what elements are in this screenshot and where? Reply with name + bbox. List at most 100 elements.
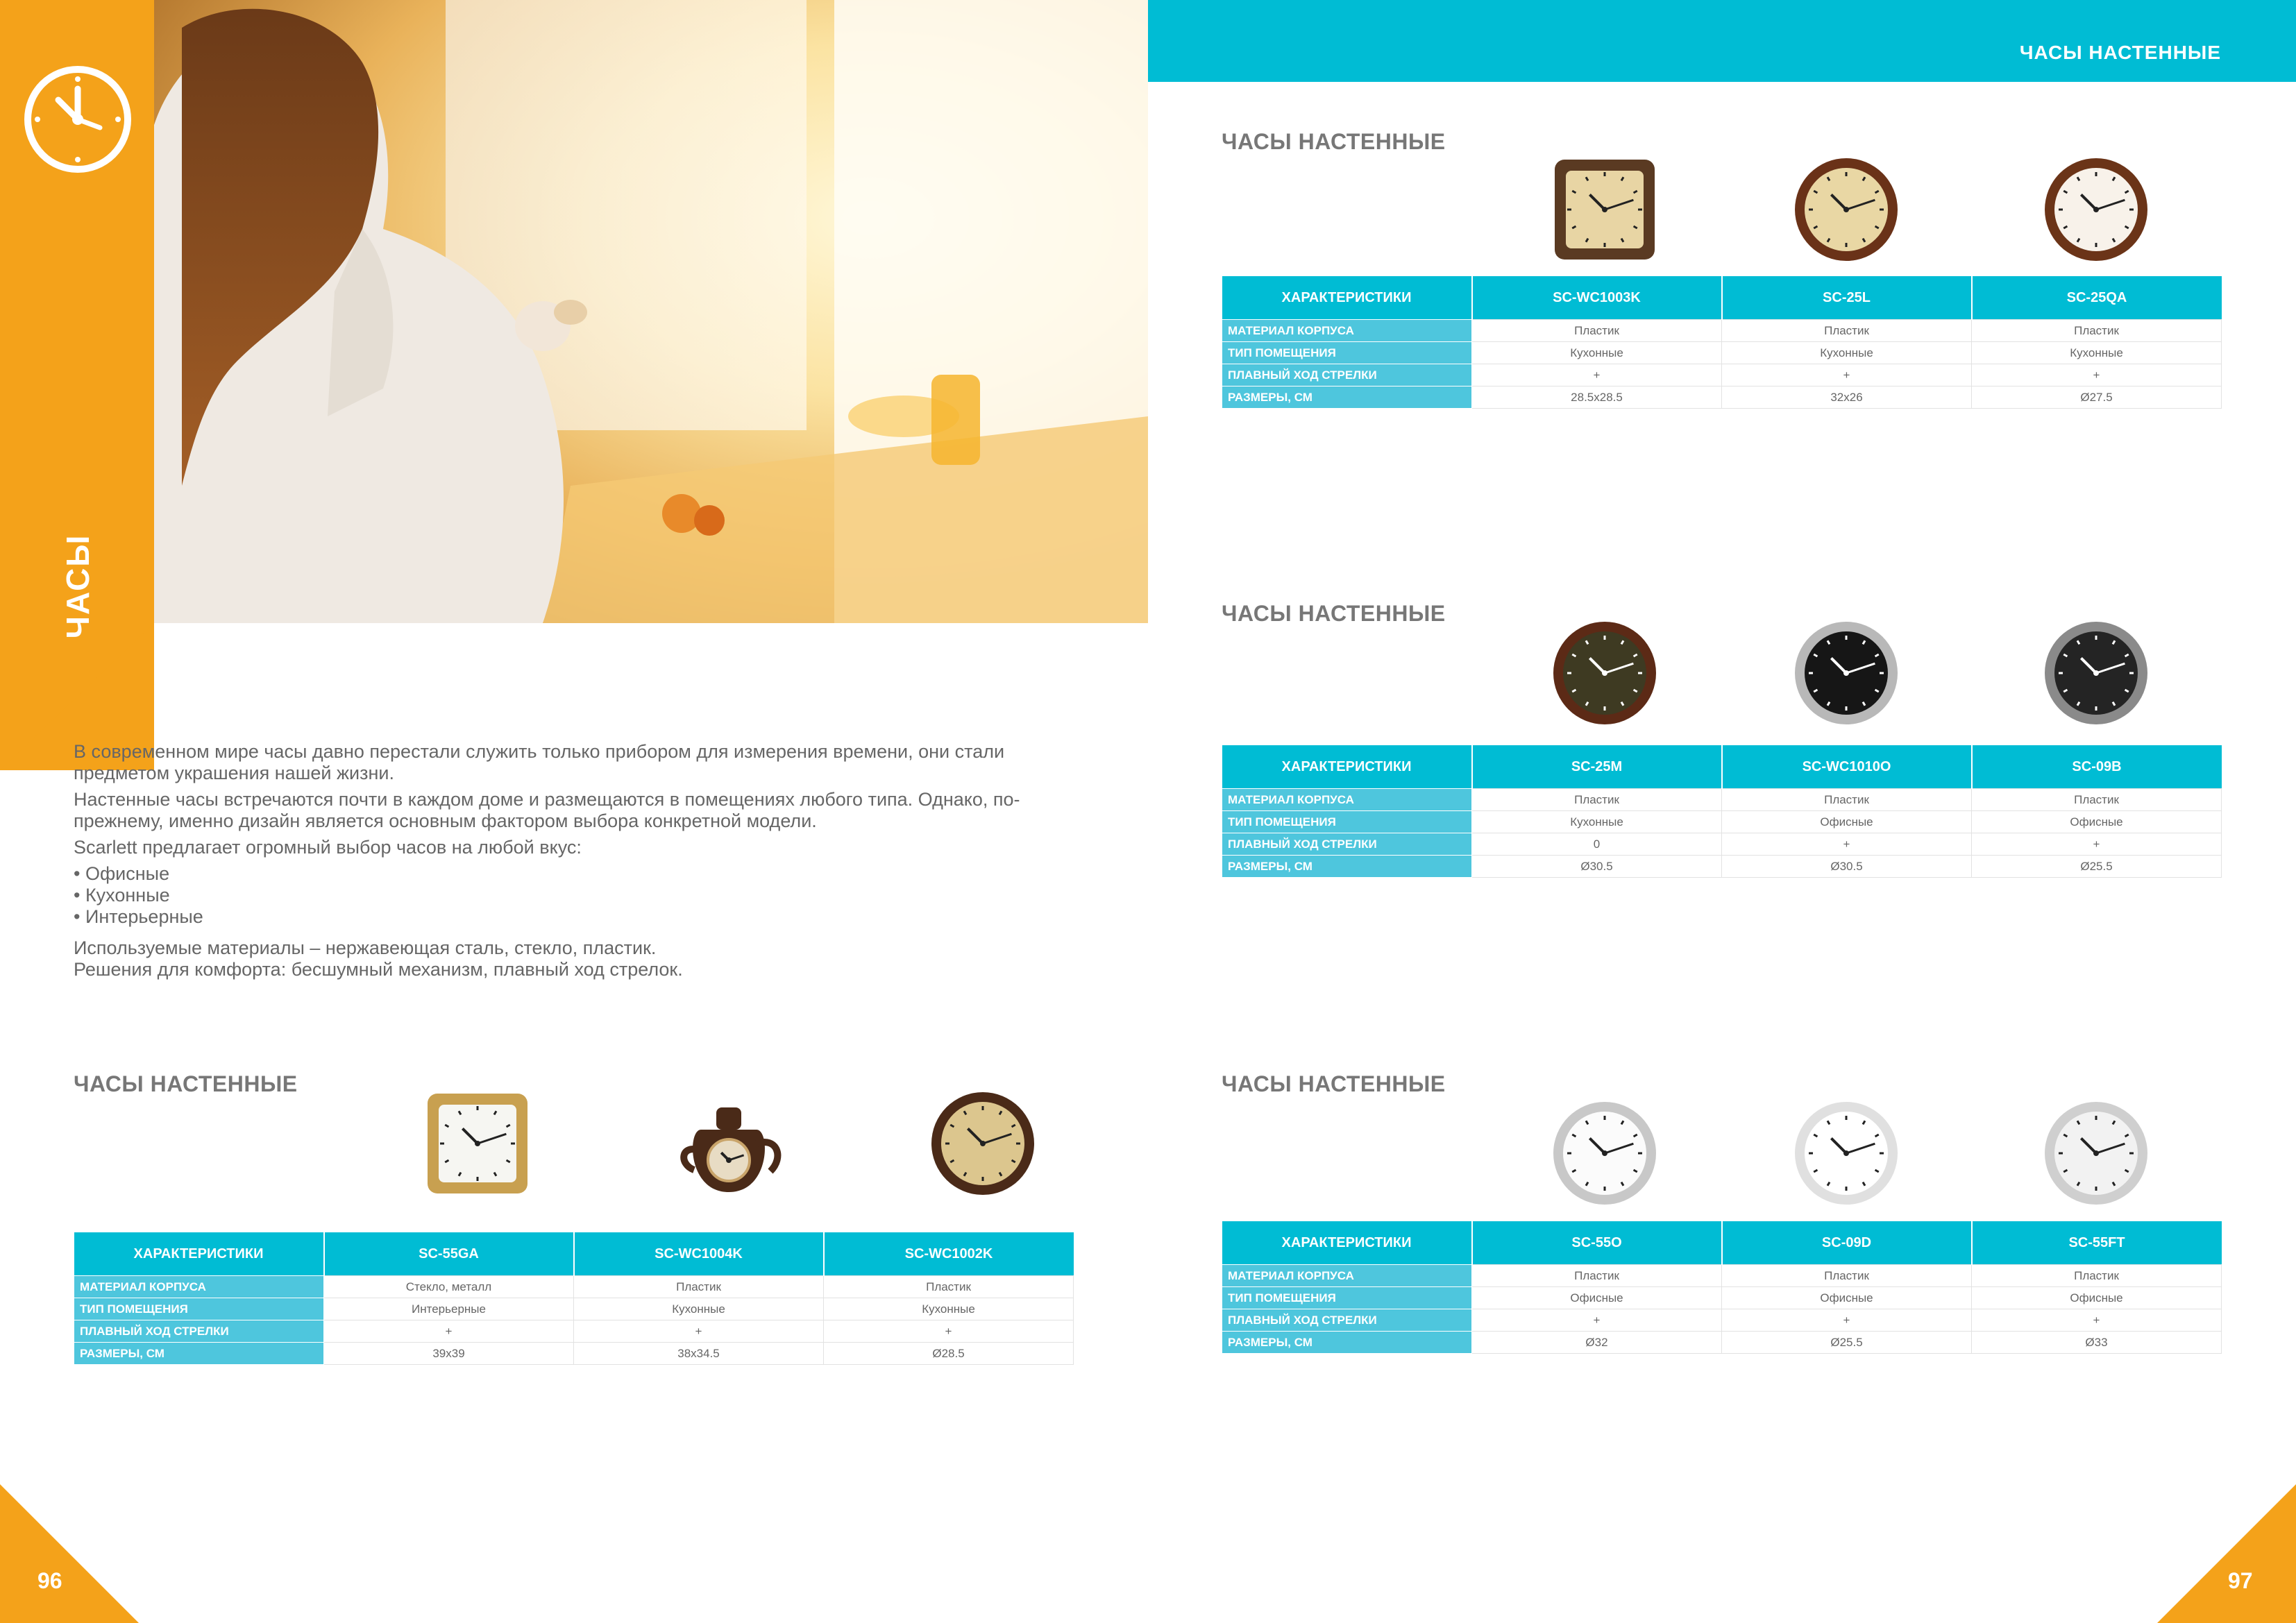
product-image-sc-55ga <box>428 1094 527 1193</box>
table-cell: Пластик <box>1471 788 1722 811</box>
table-row: ПЛАВНЫЙ ХОД СТРЕЛКИ + + + <box>1222 364 2222 386</box>
table-cell: Ø25.5 <box>1971 855 2222 878</box>
table-row: ПЛАВНЫЙ ХОД СТРЕЛКИ + + + <box>74 1320 1074 1343</box>
section-label: ЧАСЫ <box>60 534 96 639</box>
page-number-left: 96 <box>37 1568 62 1593</box>
table-header-row: ХАРАКТЕРИСТИКИ SC-55O SC-09D SC-55FT <box>1222 1221 2222 1265</box>
product-image-sc-wc1010o <box>1795 622 1898 724</box>
row-label: ТИП ПОМЕЩЕНИЯ <box>74 1298 324 1320</box>
product-image-sc-25m <box>1553 622 1656 724</box>
model-name: SC-55O <box>1471 1221 1723 1265</box>
spec-table: ХАРАКТЕРИСТИКИ SC-55O SC-09D SC-55FT МАТЕРИА… <box>1222 1221 2222 1354</box>
row-label: РАЗМЕРЫ, СМ <box>1222 386 1472 409</box>
table-row: ТИП ПОМЕЩЕНИЯ Кухонные Офисные Офисные <box>1222 810 2222 833</box>
table-row: ТИП ПОМЕЩЕНИЯ Кухонные Кухонные Кухонные <box>1222 341 2222 364</box>
intro-paragraph: В современном мире часы давно перестали … <box>74 741 1005 783</box>
product-image-sc-55o <box>1553 1102 1656 1205</box>
table-row: МАТЕРИАЛ КОРПУСА Стекло, металл Пластик Пла… <box>74 1275 1074 1298</box>
block-title: ЧАСЫ НАСТЕННЫЕ <box>1222 129 1446 154</box>
page-corner-right <box>2157 1484 2296 1623</box>
table-cell: + <box>1721 833 1972 856</box>
row-label: РАЗМЕРЫ, СМ <box>74 1342 324 1365</box>
table-cell: Ø28.5 <box>823 1342 1074 1365</box>
table-cell: + <box>573 1320 824 1343</box>
table-cell: Пластик <box>573 1275 824 1298</box>
table-cell: Ø30.5 <box>1471 855 1722 878</box>
table-cell: Кухонные <box>1471 341 1722 364</box>
row-label: ТИП ПОМЕЩЕНИЯ <box>1222 810 1472 833</box>
list-item: • Кухонные <box>74 885 170 906</box>
table-cell: Пластик <box>1471 1264 1722 1287</box>
table-cell: + <box>1971 364 2222 386</box>
table-row: РАЗМЕРЫ, СМ Ø30.5 Ø30.5 Ø25.5 <box>1222 855 2222 878</box>
table-cell: Офисные <box>1721 810 1972 833</box>
row-label: МАТЕРИАЛ КОРПУСА <box>1222 788 1472 811</box>
row-label: ПЛАВНЫЙ ХОД СТРЕЛКИ <box>1222 833 1472 856</box>
table-cell: Кухонные <box>1971 341 2222 364</box>
table-cell: Ø32 <box>1471 1331 1722 1354</box>
table-cell: Офисные <box>1971 810 2222 833</box>
model-name: SC-25M <box>1471 745 1723 789</box>
table-row: МАТЕРИАЛ КОРПУСА Пластик Пластик Пластик <box>1222 1264 2222 1287</box>
table-header-row: ХАРАКТЕРИСТИКИ SC-WC1003K SC-25L SC-25QA <box>1222 276 2222 320</box>
table-cell: Пластик <box>1471 319 1722 342</box>
page-number-right: 97 <box>2228 1568 2253 1593</box>
row-label: ТИП ПОМЕЩЕНИЯ <box>1222 1286 1472 1309</box>
model-name: SC-WC1003K <box>1471 276 1723 320</box>
table-cell: Кухонные <box>573 1298 824 1320</box>
intro-paragraph: Scarlett предлагает огромный выбор часов… <box>74 837 582 858</box>
model-name: SC-25L <box>1721 276 1973 320</box>
top-bar-title: ЧАСЫ НАСТЕННЫЕ <box>2019 42 2221 63</box>
intro-paragraph: Используемые материалы – нержавеющая ста… <box>74 937 657 958</box>
product-image-sc-25qa <box>2045 158 2147 261</box>
header-characteristics: ХАРАКТЕРИСТИКИ <box>74 1232 325 1276</box>
table-cell: Офисные <box>1721 1286 1972 1309</box>
spec-table: ХАРАКТЕРИСТИКИ SC-25M SC-WC1010O SC-09B МАТЕ… <box>1222 745 2222 878</box>
intro-paragraph: Настенные часы встречаются почти в каждо… <box>74 789 1020 831</box>
table-cell: Кухонные <box>1721 341 1972 364</box>
table-cell: 0 <box>1471 833 1722 856</box>
model-name: SC-55GA <box>323 1232 575 1276</box>
product-image-sc-wc1004k <box>680 1107 782 1192</box>
block-title: ЧАСЫ НАСТЕННЫЕ <box>1222 1071 1446 1096</box>
table-row: МАТЕРИАЛ КОРПУСА Пластик Пластик Пластик <box>1222 319 2222 342</box>
model-name: SC-55FT <box>1971 1221 2222 1265</box>
product-image-sc-wc1002k <box>931 1092 1034 1195</box>
table-cell: 28.5x28.5 <box>1471 386 1722 409</box>
table-cell: Стекло, металл <box>323 1275 574 1298</box>
model-name: SC-25QA <box>1971 276 2222 320</box>
table-row: ПЛАВНЫЙ ХОД СТРЕЛКИ 0 + + <box>1222 833 2222 856</box>
page-corner-left <box>0 1484 139 1623</box>
list-item: • Интерьерные <box>74 906 203 927</box>
table-cell: + <box>1471 1309 1722 1332</box>
table-row: РАЗМЕРЫ, СМ 39x39 38x34.5 Ø28.5 <box>74 1342 1074 1365</box>
table-cell: Пластик <box>1721 1264 1972 1287</box>
table-row: РАЗМЕРЫ, СМ 28.5x28.5 32x26 Ø27.5 <box>1222 386 2222 409</box>
table-cell: Ø25.5 <box>1721 1331 1972 1354</box>
table-cell: Пластик <box>823 1275 1074 1298</box>
table-cell: + <box>1471 364 1722 386</box>
table-cell: + <box>1721 364 1972 386</box>
table-cell: + <box>1971 833 2222 856</box>
intro-text: В современном мире часы давно перестали … <box>74 741 1073 980</box>
table-cell: Пластик <box>1721 319 1972 342</box>
table-header-row: ХАРАКТЕРИСТИКИ SC-55GA SC-WC1004K SC-WC1002… <box>74 1232 1074 1276</box>
table-cell: 38x34.5 <box>573 1342 824 1365</box>
table-cell: + <box>823 1320 1074 1343</box>
row-label: РАЗМЕРЫ, СМ <box>1222 855 1472 878</box>
table-cell: + <box>323 1320 574 1343</box>
product-image-sc-55ft <box>2045 1102 2147 1205</box>
table-cell: Кухонные <box>1471 810 1722 833</box>
model-name: SC-09D <box>1721 1221 1973 1265</box>
table-cell: Кухонные <box>823 1298 1074 1320</box>
model-name: SC-WC1004K <box>573 1232 825 1276</box>
model-name: SC-WC1002K <box>823 1232 1074 1276</box>
table-row: МАТЕРИАЛ КОРПУСА Пластик Пластик Пластик <box>1222 788 2222 811</box>
header-characteristics: ХАРАКТЕРИСТИКИ <box>1222 745 1473 789</box>
table-cell: Ø30.5 <box>1721 855 1972 878</box>
product-image-sc-25l <box>1795 158 1898 261</box>
table-cell: Пластик <box>1971 788 2222 811</box>
table-header-row: ХАРАКТЕРИСТИКИ SC-25M SC-WC1010O SC-09B <box>1222 745 2222 789</box>
table-cell: Ø27.5 <box>1971 386 2222 409</box>
table-cell: 39x39 <box>323 1342 574 1365</box>
